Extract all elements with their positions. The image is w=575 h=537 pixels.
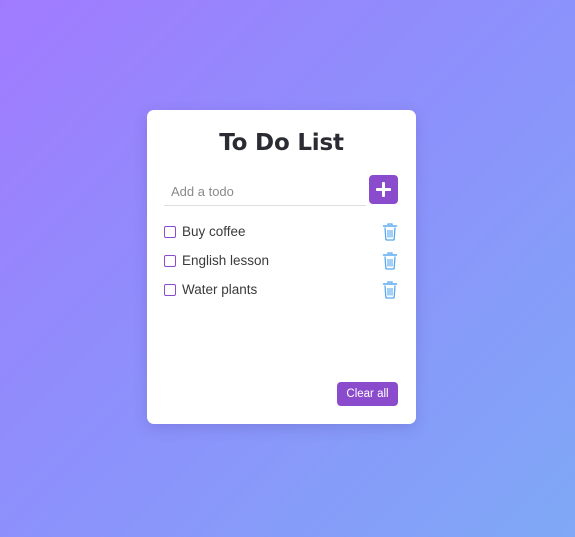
trash-icon [382, 223, 398, 241]
todo-checkbox[interactable] [164, 254, 176, 267]
todo-card: To Do List Buy coffee [147, 110, 416, 424]
todo-list: Buy coffee English lesson Water plants [164, 217, 398, 304]
todo-checkbox[interactable] [164, 225, 176, 238]
todo-item: Buy coffee [164, 217, 398, 246]
delete-todo-button[interactable] [382, 252, 398, 270]
todo-item: Water plants [164, 275, 398, 304]
todo-input[interactable] [164, 177, 366, 206]
clear-all-button[interactable]: Clear all [337, 382, 398, 406]
todo-checkbox[interactable] [164, 283, 176, 296]
delete-todo-button[interactable] [382, 223, 398, 241]
todo-item: English lesson [164, 246, 398, 275]
page-title: To Do List [219, 130, 344, 156]
todo-text: Buy coffee [182, 224, 246, 239]
trash-icon [382, 281, 398, 299]
trash-icon [382, 252, 398, 270]
todo-text: Water plants [182, 282, 258, 297]
add-todo-button[interactable] [369, 175, 398, 204]
plus-icon [376, 182, 391, 197]
todo-text: English lesson [182, 253, 270, 268]
delete-todo-button[interactable] [382, 281, 398, 299]
